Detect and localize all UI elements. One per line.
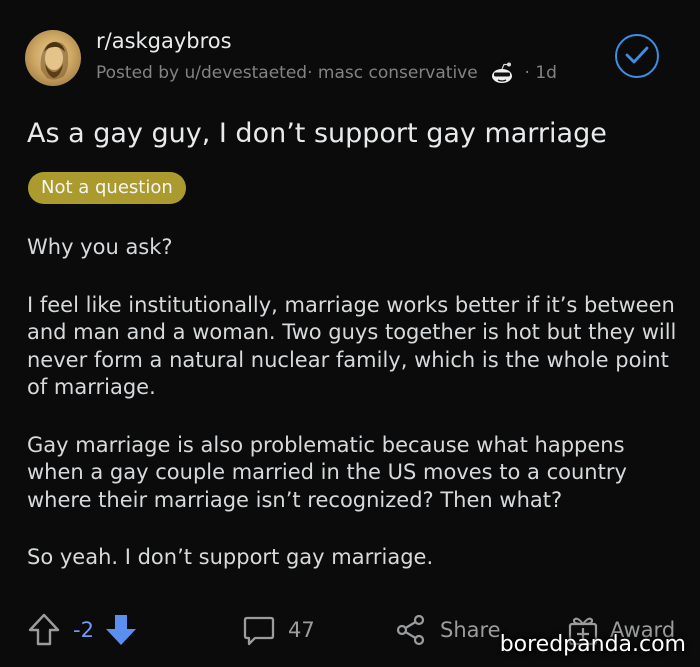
downvote-icon[interactable] [104,612,138,648]
comment-count: 47 [288,618,315,642]
meta-separator: · [307,63,313,83]
body-paragraph: Gay marriage is also problematic because… [27,432,627,512]
upvote-icon[interactable] [27,612,61,648]
body-paragraph: I feel like institutionally, marriage wo… [27,292,677,400]
vote-score: -2 [73,618,94,642]
post-title[interactable]: As a gay guy, I don’t support gay marria… [27,118,607,149]
body-paragraph: Why you ask? [27,235,173,259]
post-meta: Posted by u/devestaeted· masc conservati… [96,61,557,85]
checkmark-icon [625,46,649,64]
meta-separator: · [524,63,530,83]
vote-controls: -2 [27,608,138,652]
post-age: 1d [535,63,557,83]
share-label: Share [440,618,501,642]
post-flair[interactable]: Not a question [28,172,186,204]
post-body: Why you ask? I feel like institutionally… [27,234,687,602]
author-link[interactable]: Posted by u/devestaeted [96,63,307,83]
comment-bubble-icon [243,616,275,646]
user-flair: masc conservative [317,63,478,83]
share-icon [396,614,425,646]
joined-button[interactable] [615,34,659,78]
comments-button[interactable]: 47 [242,608,315,652]
watermark: boredpanda.com [499,632,686,657]
snoo-sunglasses-icon [492,62,513,83]
subreddit-avatar[interactable] [25,30,81,86]
subreddit-name[interactable]: r/askgaybros [96,29,232,53]
post-header: r/askgaybros Posted by u/devestaeted· ma… [25,28,675,88]
body-paragraph: So yeah. I don’t support gay marriage. [27,545,434,569]
share-button[interactable]: Share [394,608,501,652]
